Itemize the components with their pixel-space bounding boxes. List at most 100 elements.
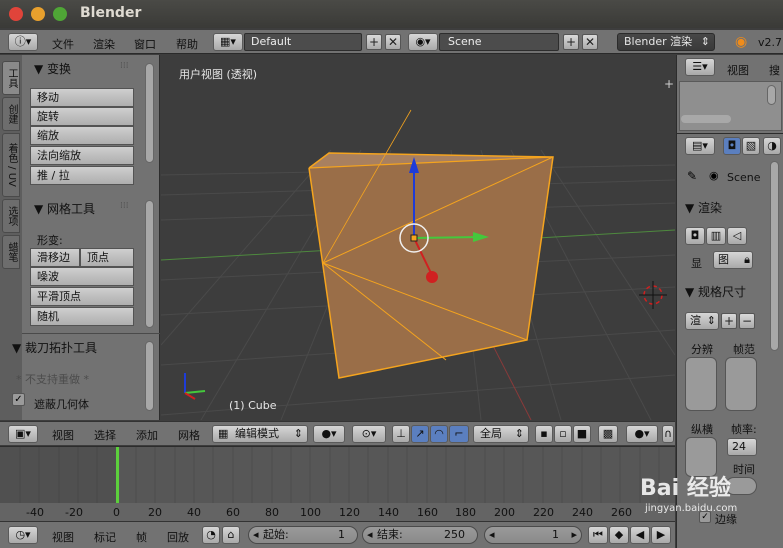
drag-handle-icon[interactable]: ⁞⁞⁞ <box>120 61 129 71</box>
current-frame-field[interactable]: ◂ 1 ▸ <box>484 526 582 544</box>
play-button[interactable]: ▶ <box>651 526 671 544</box>
knife-panel-header[interactable]: ▼ 裁刀拓扑工具 <box>12 339 97 356</box>
pivot-dropdown[interactable]: ⊙▾ <box>352 425 386 443</box>
frame-range-fields[interactable] <box>725 357 757 411</box>
shading-dropdown[interactable]: ●▾ <box>313 425 345 443</box>
scene-name-field[interactable]: Scene <box>439 33 559 51</box>
menu-view[interactable]: 视图 <box>52 427 74 443</box>
mesh-tools-panel-header[interactable]: ▼ 网格工具 <box>34 200 95 217</box>
tab-options[interactable]: 选项 <box>2 199 20 233</box>
outliner-hscrollbar[interactable] <box>681 115 731 123</box>
timeline-track[interactable] <box>0 447 675 503</box>
render-audio-button[interactable]: ◁ <box>727 227 747 245</box>
mode-dropdown[interactable]: ▦ 编辑模式 ⇕ <box>212 425 308 443</box>
layout-name-field[interactable]: Default <box>244 33 362 51</box>
render-image-button[interactable]: ◘ <box>685 227 705 245</box>
render-engine-dropdown[interactable]: Blender 渲染 ⇕ <box>617 33 715 51</box>
smooth-vertex-button[interactable]: 平滑顶点 <box>30 287 134 306</box>
current-frame-indicator[interactable] <box>116 447 119 503</box>
maximize-window-button[interactable] <box>53 7 67 21</box>
outliner-search-menu[interactable]: 搜 <box>769 62 780 78</box>
rotate-button[interactable]: 旋转 <box>30 107 134 126</box>
tool-shelf-scrollbar[interactable] <box>145 200 154 328</box>
3d-cursor-icon[interactable] <box>639 281 667 309</box>
shrink-fatten-button[interactable]: 法向缩放 <box>30 146 134 165</box>
properties-scrollbar[interactable] <box>770 161 779 351</box>
render-preset-dropdown[interactable]: 渲 ⇕ <box>685 312 719 330</box>
menu-view[interactable]: 视图 <box>52 529 74 545</box>
play-reverse-button[interactable]: ◀ <box>630 526 650 544</box>
3d-viewport[interactable]: + 用户视图 (透视) (1) Cube <box>161 55 675 420</box>
remove-preset-button[interactable]: − <box>739 313 755 329</box>
close-window-button[interactable] <box>9 7 23 21</box>
frame-rate-dropdown[interactable]: 24 <box>727 438 757 456</box>
manipulator-toggle[interactable]: ⊥ <box>392 425 410 443</box>
limit-selection-button[interactable]: ▩ <box>598 425 618 443</box>
editor-type-button[interactable]: ▣▾ <box>8 425 38 443</box>
tab-create[interactable]: 创建 <box>2 97 20 131</box>
scale-manipulator[interactable]: ⌐ <box>449 425 469 443</box>
face-select-button[interactable]: ■ <box>573 425 591 443</box>
menu-frame[interactable]: 帧 <box>136 529 147 545</box>
orientation-dropdown[interactable]: 全局 ⇕ <box>473 425 529 443</box>
translate-manipulator[interactable]: ↗ <box>411 425 429 443</box>
rotate-manipulator[interactable]: ◠ <box>430 425 448 443</box>
display-dropdown[interactable]: 图 🔒︎ <box>713 251 753 269</box>
editor-type-button[interactable]: ⓘ▾ <box>8 33 38 51</box>
render-tab[interactable]: ◘ <box>723 137 741 155</box>
menu-render[interactable]: 渲染 <box>93 36 115 52</box>
add-preset-button[interactable]: + <box>721 313 737 329</box>
edge-select-button[interactable]: ▫ <box>554 425 572 443</box>
scene-selector-button[interactable]: ◉▾ <box>408 33 438 51</box>
scale-button[interactable]: 缩放 <box>30 126 134 145</box>
prev-keyframe-button[interactable]: ◆ <box>609 526 629 544</box>
add-layout-button[interactable]: + <box>366 34 382 50</box>
occlude-geometry-checkbox[interactable]: ✓ <box>12 393 25 406</box>
dimensions-panel-header[interactable]: ▼ 规格尺寸 <box>685 283 746 300</box>
tool-shelf-scrollbar[interactable] <box>145 341 154 411</box>
pin-icon[interactable]: ✎ <box>687 169 697 183</box>
render-layers-tab[interactable]: ▧ <box>742 137 760 155</box>
start-frame-field[interactable]: ◂ 起始: 1 <box>248 526 358 544</box>
proportional-edit-dropdown[interactable]: ●▾ <box>626 425 658 443</box>
move-button[interactable]: 移动 <box>30 88 134 107</box>
drag-handle-icon[interactable]: ⁞⁞⁞ <box>120 201 129 211</box>
push-pull-button[interactable]: 推 / 拉 <box>30 166 134 185</box>
layout-selector-button[interactable]: ▦▾ <box>213 33 243 51</box>
randomize-button[interactable]: 随机 <box>30 307 134 326</box>
resolution-fields[interactable] <box>685 357 717 411</box>
remove-layout-button[interactable]: ✕ <box>385 34 401 50</box>
vertex-select-button[interactable]: ▪ <box>535 425 553 443</box>
outliner-scrollbar[interactable] <box>767 85 776 105</box>
slide-edge-button[interactable]: 滑移边 <box>30 248 80 267</box>
preview-range-button[interactable]: ◔ <box>202 526 220 544</box>
scene-tab[interactable]: ◑ <box>763 137 781 155</box>
outliner-view-menu[interactable]: 视图 <box>727 62 749 78</box>
tool-shelf-scrollbar[interactable] <box>145 63 154 163</box>
minimize-window-button[interactable] <box>31 7 45 21</box>
render-animation-button[interactable]: ▥ <box>706 227 726 245</box>
transform-panel-header[interactable]: ▼ 变换 <box>34 60 71 77</box>
add-scene-button[interactable]: + <box>563 34 579 50</box>
outliner-editor-button[interactable]: ☰▾ <box>685 58 715 76</box>
menu-help[interactable]: 帮助 <box>176 36 198 52</box>
cube-mesh[interactable] <box>308 109 554 379</box>
menu-mesh[interactable]: 网格 <box>178 427 200 443</box>
timeline-area[interactable]: -40 -20 0 20 40 60 80 100 120 140 160 18… <box>0 446 675 521</box>
menu-add[interactable]: 添加 <box>136 427 158 443</box>
menu-playback[interactable]: 回放 <box>167 529 189 545</box>
properties-editor-button[interactable]: ▤▾ <box>685 137 715 155</box>
menu-marker[interactable]: 标记 <box>94 529 116 545</box>
vertex-slide-button[interactable]: 顶点 <box>80 248 134 267</box>
snap-toggle[interactable]: ∩ <box>662 425 674 443</box>
aspect-fields[interactable] <box>685 437 717 477</box>
editor-type-button[interactable]: ◷▾ <box>8 526 38 544</box>
menu-file[interactable]: 文件 <box>52 36 74 52</box>
viewport-plus-icon[interactable]: + <box>664 77 674 91</box>
tab-tools[interactable]: 工具 <box>2 61 20 95</box>
jump-start-button[interactable]: ⏮ <box>588 526 608 544</box>
tab-grease-pencil[interactable]: 蜡笔 <box>2 235 20 269</box>
remove-scene-button[interactable]: ✕ <box>582 34 598 50</box>
tab-shading-uv[interactable]: 着色 / UV <box>2 133 20 197</box>
render-panel-header[interactable]: ▼ 渲染 <box>685 199 722 216</box>
